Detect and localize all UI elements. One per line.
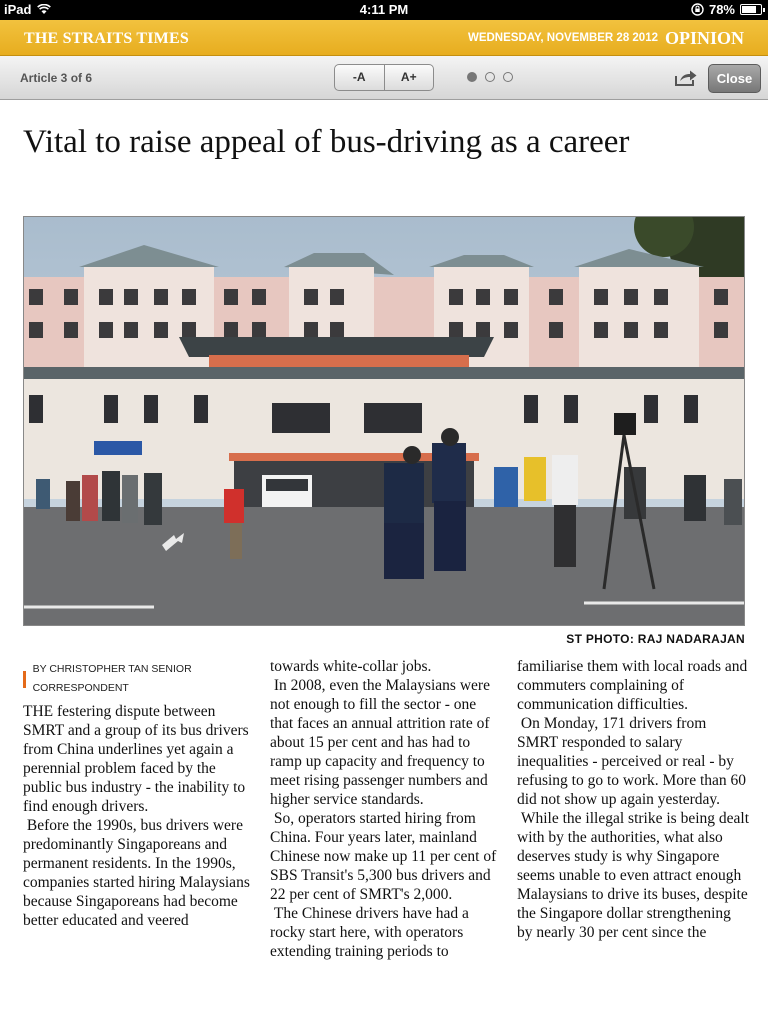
publication-logo: THE STRAITS TIMES <box>24 30 189 47</box>
paragraph: So, operators started hiring from China.… <box>270 810 501 903</box>
page-dot[interactable] <box>485 72 495 82</box>
battery-percent: 78% <box>708 2 735 17</box>
share-icon[interactable] <box>674 69 698 87</box>
close-button[interactable]: Close <box>708 64 761 93</box>
rotation-lock-icon <box>691 3 704 16</box>
increase-font-button[interactable]: A+ <box>383 65 434 90</box>
paragraph: On Monday, 171 drivers from SMRT respond… <box>517 715 750 808</box>
page-dot[interactable] <box>467 72 477 82</box>
paragraph: towards white-collar jobs. <box>270 658 432 675</box>
decrease-font-button[interactable]: -A <box>335 65 384 90</box>
article-counter: Article 3 of 6 <box>20 71 93 85</box>
paragraph: The Chinese drivers have had a rocky sta… <box>270 905 473 960</box>
byline: BY CHRISTOPHER TAN SENIOR CORRESPONDENT <box>23 663 255 694</box>
page-dot[interactable] <box>503 72 513 82</box>
article-photo[interactable] <box>23 216 745 626</box>
masthead: THE STRAITS TIMES WEDNESDAY, NOVEMBER 28… <box>0 20 768 56</box>
clock: 4:11 PM <box>359 2 409 17</box>
paragraph: familiarise them with local roads and co… <box>517 658 748 713</box>
paragraph: THE festering dispute between SMRT and a… <box>23 703 249 815</box>
status-bar: iPad 4:11 PM 78% <box>0 0 768 20</box>
issue-date: WEDNESDAY, NOVEMBER 28 2012 <box>467 32 658 44</box>
byline-accent-bar <box>23 670 26 688</box>
font-size-controls: -A A+ <box>334 64 434 91</box>
paragraph: Before the 1990s, bus drivers were predo… <box>23 817 254 929</box>
paragraph: In 2008, even the Malaysians were not en… <box>270 677 494 808</box>
article-toolbar: Article 3 of 6 -A A+ Close <box>0 56 768 100</box>
paragraph: While the illegal strike is being dealt … <box>517 810 753 941</box>
byline-text: BY CHRISTOPHER TAN SENIOR CORRESPONDENT <box>32 663 192 694</box>
article-column-1: BY CHRISTOPHER TAN SENIOR CORRESPONDENT … <box>23 657 255 930</box>
article-headline: Vital to raise appeal of bus-driving as … <box>23 124 630 160</box>
section-title: OPINION <box>664 28 744 48</box>
photo-credit: ST PHOTO: RAJ NADARAJAN <box>566 632 745 646</box>
article-column-2: towards white-collar jobs. In 2008, even… <box>270 657 502 961</box>
article-column-3: familiarise them with local roads and co… <box>517 657 749 942</box>
battery-icon <box>740 4 765 15</box>
page-indicator[interactable] <box>467 72 513 82</box>
